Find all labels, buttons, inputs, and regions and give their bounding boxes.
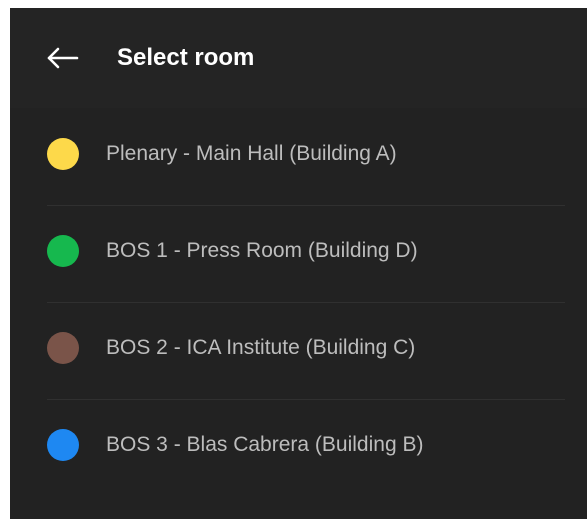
room-label: BOS 3 - Blas Cabrera (Building B) (106, 433, 424, 456)
room-label: Plenary - Main Hall (Building A) (106, 142, 397, 165)
room-list: Plenary - Main Hall (Building A) BOS 1 -… (10, 108, 587, 496)
room-color-dot (47, 332, 79, 364)
room-color-dot (47, 429, 79, 461)
room-item-plenary[interactable]: Plenary - Main Hall (Building A) (10, 108, 587, 205)
room-label: BOS 1 - Press Room (Building D) (106, 239, 418, 262)
arrow-left-icon (42, 40, 82, 76)
back-button[interactable] (42, 40, 82, 76)
room-select-screen: Select room Plenary - Main Hall (Buildin… (10, 8, 587, 519)
room-item-bos-3[interactable]: BOS 3 - Blas Cabrera (Building B) (10, 399, 587, 496)
room-item-bos-2[interactable]: BOS 2 - ICA Institute (Building C) (10, 302, 587, 399)
room-color-dot (47, 235, 79, 267)
app-bar: Select room (10, 8, 587, 108)
room-color-dot (47, 138, 79, 170)
room-item-bos-1[interactable]: BOS 1 - Press Room (Building D) (10, 205, 587, 302)
room-label: BOS 2 - ICA Institute (Building C) (106, 336, 416, 359)
page-title: Select room (117, 44, 255, 71)
